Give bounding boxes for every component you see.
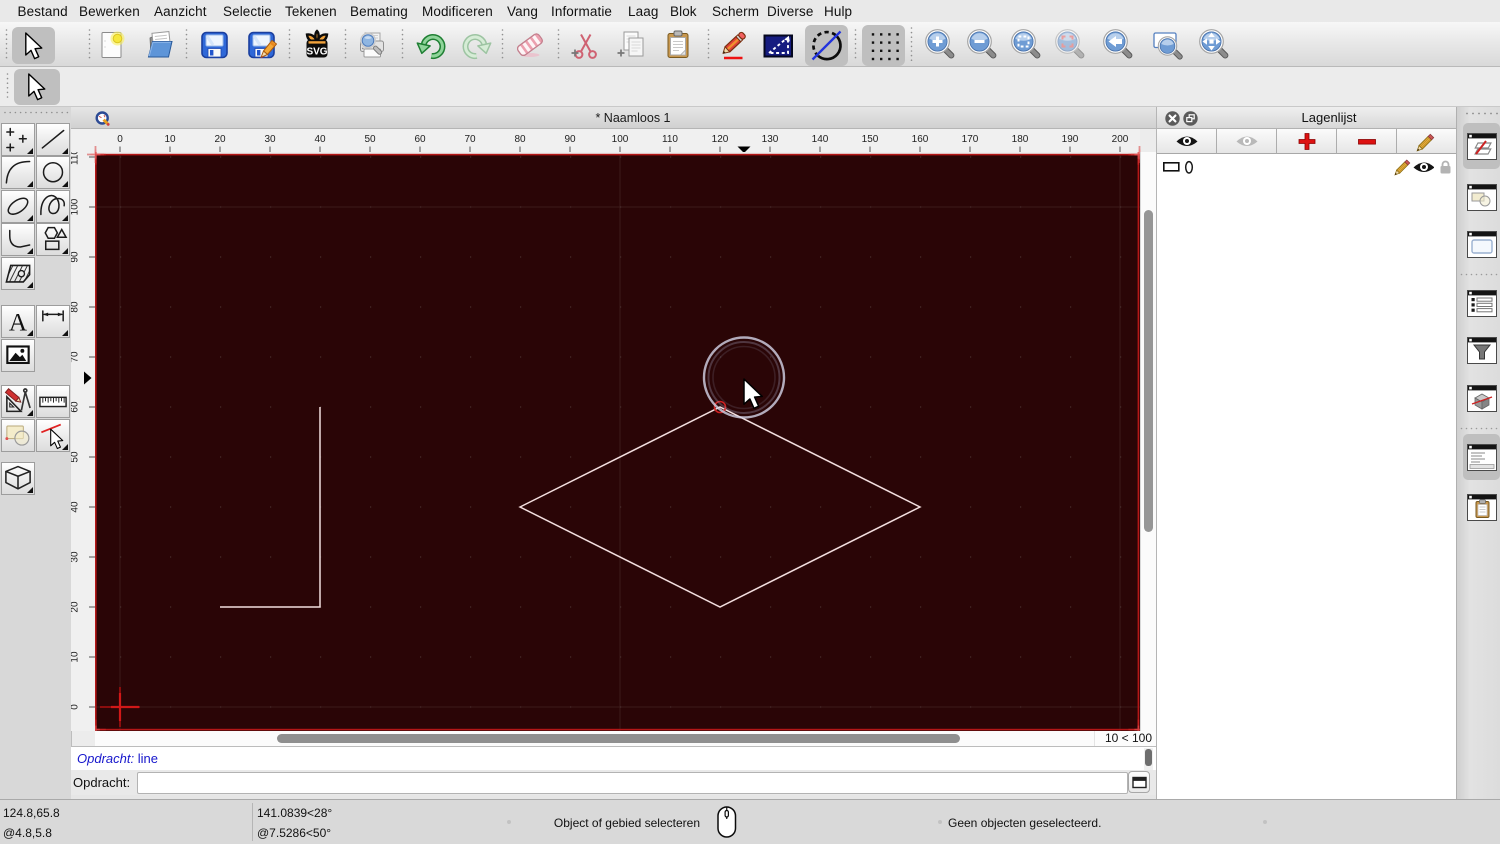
svg-text:60: 60 bbox=[414, 134, 426, 145]
svg-text:80: 80 bbox=[514, 134, 526, 145]
svg-text:10: 10 bbox=[164, 134, 176, 145]
svg-text:120: 120 bbox=[712, 134, 729, 145]
svg-text:110: 110 bbox=[662, 134, 678, 145]
svg-text:20: 20 bbox=[214, 134, 226, 145]
svg-text:A: A bbox=[9, 309, 27, 336]
svg-text:100: 100 bbox=[612, 134, 629, 145]
svg-text:170: 170 bbox=[962, 134, 979, 145]
svg-text:140: 140 bbox=[812, 134, 829, 145]
svg-text:160: 160 bbox=[912, 134, 929, 145]
svg-text:40: 40 bbox=[314, 134, 326, 145]
svg-text:0: 0 bbox=[117, 134, 123, 145]
svg-text:70: 70 bbox=[71, 351, 81, 363]
svg-text:70: 70 bbox=[464, 134, 476, 145]
svg-text:50: 50 bbox=[364, 134, 376, 145]
svg-text:0: 0 bbox=[71, 704, 81, 710]
svg-text:130: 130 bbox=[762, 134, 779, 145]
svg-text:SVG: SVG bbox=[306, 47, 327, 58]
svg-text:60: 60 bbox=[71, 401, 81, 413]
svg-text:90: 90 bbox=[71, 251, 81, 263]
svg-text:110: 110 bbox=[71, 152, 81, 165]
svg-text:50: 50 bbox=[71, 451, 81, 463]
svg-text:180: 180 bbox=[1012, 134, 1029, 145]
svg-text:150: 150 bbox=[862, 134, 879, 145]
svg-text:40: 40 bbox=[71, 501, 81, 513]
svg-text:200: 200 bbox=[1112, 134, 1129, 145]
svg-text:80: 80 bbox=[71, 301, 81, 313]
svg-text:190: 190 bbox=[1062, 134, 1079, 145]
svg-text:90: 90 bbox=[564, 134, 576, 145]
svg-text:10: 10 bbox=[71, 651, 81, 663]
svg-text:100: 100 bbox=[71, 198, 81, 215]
svg-text:30: 30 bbox=[264, 134, 276, 145]
svg-text:30: 30 bbox=[71, 551, 81, 563]
svg-text:20: 20 bbox=[71, 601, 81, 613]
